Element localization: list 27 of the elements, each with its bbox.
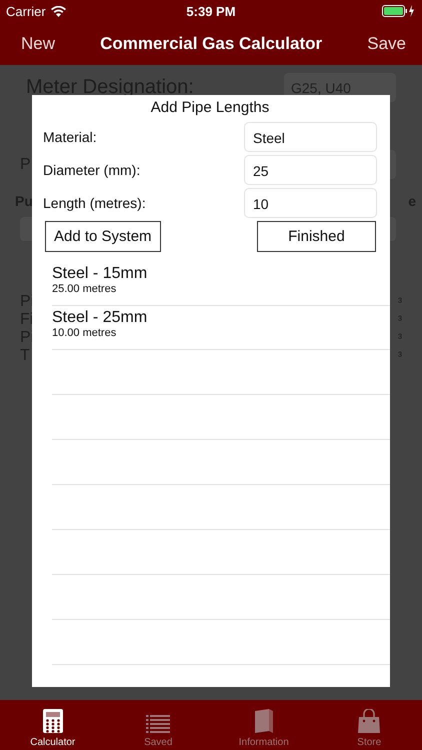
tab[interactable]: Calculator (0, 700, 106, 750)
wifi-icon (50, 6, 66, 16)
input-field[interactable]: 10 (244, 188, 377, 218)
item-subtitle: 10.00 metres (52, 327, 118, 339)
list-item[interactable]: Steel - 25mm 10.00 metres (52, 306, 390, 350)
item-title: Steel - 25mm (52, 309, 148, 327)
screen-title: Commercial Gas Calculator (100, 34, 322, 54)
list-item[interactable]: Steel - 15mm 25.00 metres (52, 262, 390, 306)
save-button[interactable]: Save (367, 34, 406, 54)
calculator-icon (42, 709, 63, 733)
field-label: Material: (43, 128, 97, 144)
dialog-title: Add Pipe Lengths (150, 99, 270, 116)
add-button[interactable]: Add to System (45, 221, 161, 252)
item-subtitle: 25.00 metres (52, 283, 118, 295)
new-button[interactable]: New (21, 34, 56, 54)
field-label: Diameter (mm): (43, 162, 140, 178)
input-field[interactable]: Steel (244, 122, 377, 152)
bag-icon (358, 709, 380, 733)
carrier-label: Carrier (6, 4, 46, 18)
input-field[interactable]: 25 (244, 154, 377, 184)
battery-icon (382, 5, 416, 17)
book-icon (254, 709, 273, 733)
item-title: Steel - 15mm (52, 265, 148, 283)
field-label: Length (metres): (43, 194, 146, 210)
list-icon (146, 715, 170, 733)
clock-label: 5:39 PM (185, 4, 237, 18)
finished-button[interactable]: Finished (257, 221, 376, 252)
